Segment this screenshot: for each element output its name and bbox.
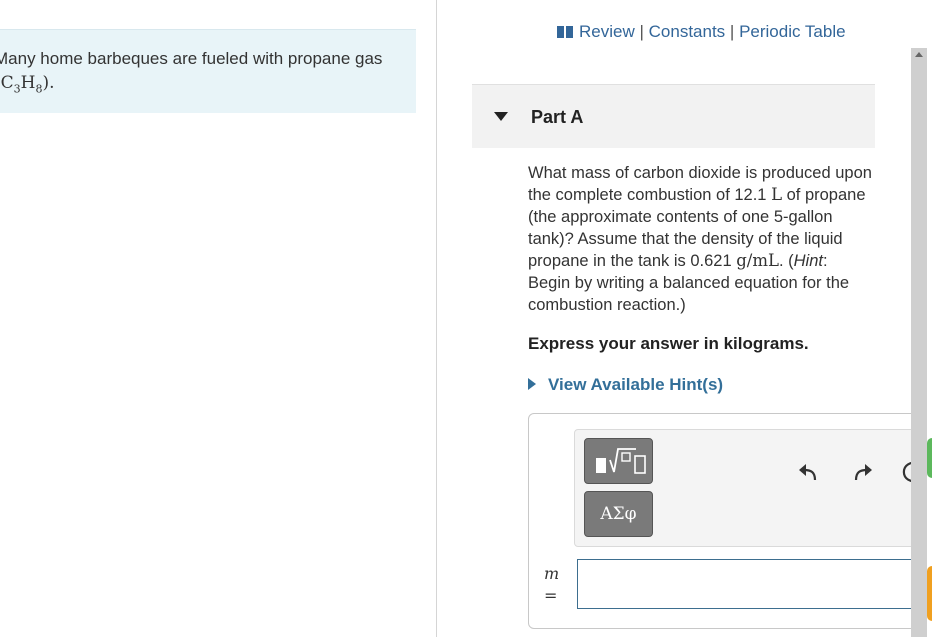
unit-g-per-ml: g/mL (736, 251, 779, 270)
intro-panel: Many home barbeques are fueled with prop… (0, 0, 437, 637)
resource-links: Review | Constants | Periodic Table (557, 22, 846, 42)
answer-input[interactable] (577, 559, 919, 609)
scrollbar[interactable] (911, 48, 927, 637)
redo-icon[interactable] (850, 460, 874, 484)
propane-formula: (C3H8). (0, 73, 55, 96)
answer-instruction: Express your answer in kilograms. (528, 334, 809, 353)
part-title: Part A (531, 107, 584, 127)
question-text: What mass of carbon dioxide is produced … (528, 164, 872, 314)
answer-box: ΑΣφ m = (528, 413, 921, 629)
answer-variable: m (544, 564, 560, 583)
part-a-header[interactable]: Part A (472, 85, 875, 148)
equals-sign: = (544, 586, 558, 605)
view-hints-link[interactable]: View Available Hint(s) (528, 375, 723, 395)
templates-icon (595, 448, 646, 474)
hint-word: Hint (793, 252, 823, 270)
templates-button[interactable] (584, 438, 653, 484)
collapse-triangle-icon[interactable] (494, 112, 508, 121)
scroll-up-arrow-icon[interactable] (915, 52, 923, 57)
book-icon (557, 26, 573, 38)
constants-link[interactable]: Constants (649, 22, 726, 41)
expand-triangle-icon (528, 378, 536, 390)
edge-decoration (927, 0, 932, 637)
link-separator: | (639, 22, 644, 41)
review-link[interactable]: Review (579, 22, 635, 41)
link-separator: | (729, 22, 735, 41)
intro-box: Many home barbeques are fueled with prop… (0, 29, 416, 113)
periodic-table-link[interactable]: Periodic Table (739, 22, 845, 41)
greek-symbols-button[interactable]: ΑΣφ (584, 491, 653, 537)
unit-liter: L (771, 185, 783, 204)
math-toolbar: ΑΣφ (574, 429, 921, 547)
undo-icon[interactable] (797, 460, 821, 484)
intro-text: Many home barbeques are fueled with prop… (0, 49, 383, 68)
